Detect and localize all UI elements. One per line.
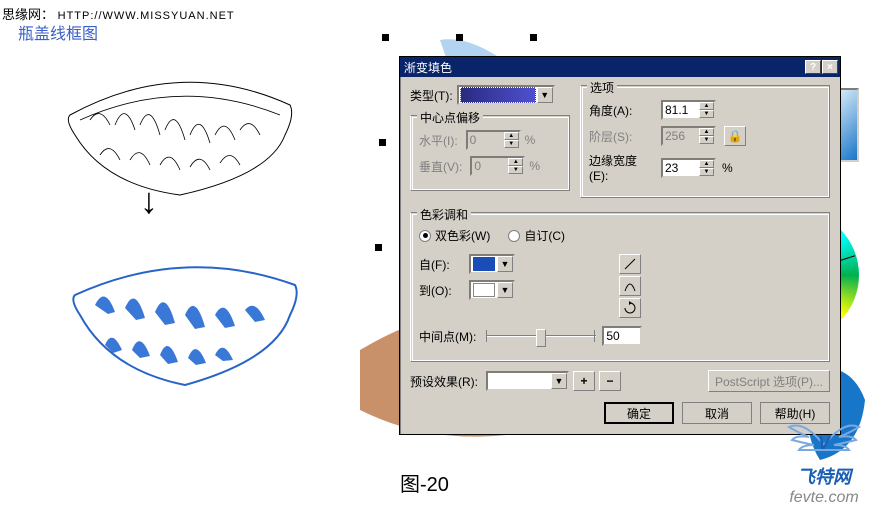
angle-input[interactable]: ▲▼ xyxy=(661,100,716,120)
angle-label: 角度(A): xyxy=(589,102,653,119)
chevron-down-icon: ▼ xyxy=(497,256,513,272)
midpoint-input[interactable] xyxy=(602,326,642,346)
spinner-icon: ▲▼ xyxy=(699,128,714,144)
line-path-button[interactable] xyxy=(619,254,641,274)
from-color-dropdown[interactable]: ▼ xyxy=(469,254,515,274)
steps-label: 阶层(S): xyxy=(589,128,653,145)
to-color-dropdown[interactable]: ▼ xyxy=(469,280,515,300)
figure-caption: 图-20 xyxy=(400,468,449,497)
dialog-title: 淅变填色 xyxy=(404,59,805,76)
remove-preset-button[interactable]: − xyxy=(599,371,621,391)
rotate-path-button[interactable] xyxy=(619,298,641,318)
gradient-fill-dialog: 淅变填色 ? × 类型(T): ▼ 中心点偏移 水平(I): xyxy=(399,56,841,435)
horizontal-input: ▲▼ xyxy=(466,130,521,150)
midpoint-slider[interactable] xyxy=(486,326,596,346)
lock-icon[interactable]: 🔒 xyxy=(724,126,746,146)
horizontal-label: 水平(I): xyxy=(419,132,458,149)
spinner-icon: ▲▼ xyxy=(508,158,523,174)
spinner-icon: ▲▼ xyxy=(504,132,519,148)
logo-watermark: V 飞特网 fevte.com xyxy=(769,422,879,507)
logo-text-url: fevte.com xyxy=(789,489,858,507)
two-color-radio[interactable]: 双色彩(W) xyxy=(419,227,490,244)
colorblend-legend: 色彩调和 xyxy=(417,206,471,223)
from-label: 自(F): xyxy=(419,256,461,273)
slider-thumb[interactable] xyxy=(536,329,546,347)
edge-label: 边缘宽度(E): xyxy=(589,152,653,183)
spinner-icon[interactable]: ▲▼ xyxy=(699,160,714,176)
path-tool-buttons xyxy=(619,254,641,318)
pct-label: % xyxy=(722,161,733,175)
radio-icon xyxy=(508,230,520,242)
svg-text:V: V xyxy=(818,433,832,453)
chevron-down-icon: ▼ xyxy=(497,282,513,298)
custom-radio[interactable]: 自订(C) xyxy=(508,227,565,244)
postscript-button: PostScript 选项(P)... xyxy=(708,370,830,392)
cancel-button[interactable]: 取消 xyxy=(682,402,752,424)
type-label: 类型(T): xyxy=(410,87,453,104)
to-color-swatch xyxy=(473,283,495,297)
options-legend: 选项 xyxy=(587,79,617,96)
spinner-icon[interactable]: ▲▼ xyxy=(699,102,714,118)
logo-text-cn: 飞特网 xyxy=(797,463,851,489)
blue-rendered-drawing xyxy=(60,250,310,410)
type-dropdown[interactable]: ▼ xyxy=(457,85,555,105)
add-preset-button[interactable]: + xyxy=(573,371,595,391)
color-blend-group: 色彩调和 双色彩(W) 自订(C) 自(F): ▼ xyxy=(410,212,830,362)
vertical-label: 垂直(V): xyxy=(419,158,462,175)
chevron-down-icon: ▼ xyxy=(551,373,567,389)
pct-label: % xyxy=(529,159,540,173)
wireframe-drawing xyxy=(50,65,310,205)
dialog-titlebar[interactable]: 淅变填色 ? × xyxy=(400,57,840,77)
caption-wireframe: 瓶盖线框图 xyxy=(18,20,98,44)
presets-dropdown[interactable]: ▼ xyxy=(486,371,569,391)
radio-icon xyxy=(419,230,431,242)
from-color-swatch xyxy=(473,257,495,271)
presets-label: 预设效果(R): xyxy=(410,373,478,390)
steps-input: ▲▼ xyxy=(661,126,716,146)
arrow-down-icon: ↓ xyxy=(140,180,158,222)
pct-label: % xyxy=(525,133,536,147)
curve-path-button[interactable] xyxy=(619,276,641,296)
edge-input[interactable]: ▲▼ xyxy=(661,158,716,178)
titlebar-close-button[interactable]: × xyxy=(822,60,838,74)
options-group: 选项 角度(A): ▲▼ 阶层(S): ▲▼ xyxy=(580,85,830,198)
midpoint-label: 中间点(M): xyxy=(419,328,476,345)
center-offset-group: 中心点偏移 水平(I): ▲▼ % 垂直(V): ▲▼ xyxy=(410,115,570,191)
chevron-down-icon: ▼ xyxy=(537,87,553,103)
wings-icon: V xyxy=(784,415,864,463)
type-swatch xyxy=(460,87,536,103)
ok-button[interactable]: 确定 xyxy=(604,402,674,424)
offset-legend: 中心点偏移 xyxy=(417,109,483,126)
titlebar-help-button[interactable]: ? xyxy=(805,60,821,74)
to-label: 到(O): xyxy=(419,282,461,299)
vertical-input: ▲▼ xyxy=(470,156,525,176)
